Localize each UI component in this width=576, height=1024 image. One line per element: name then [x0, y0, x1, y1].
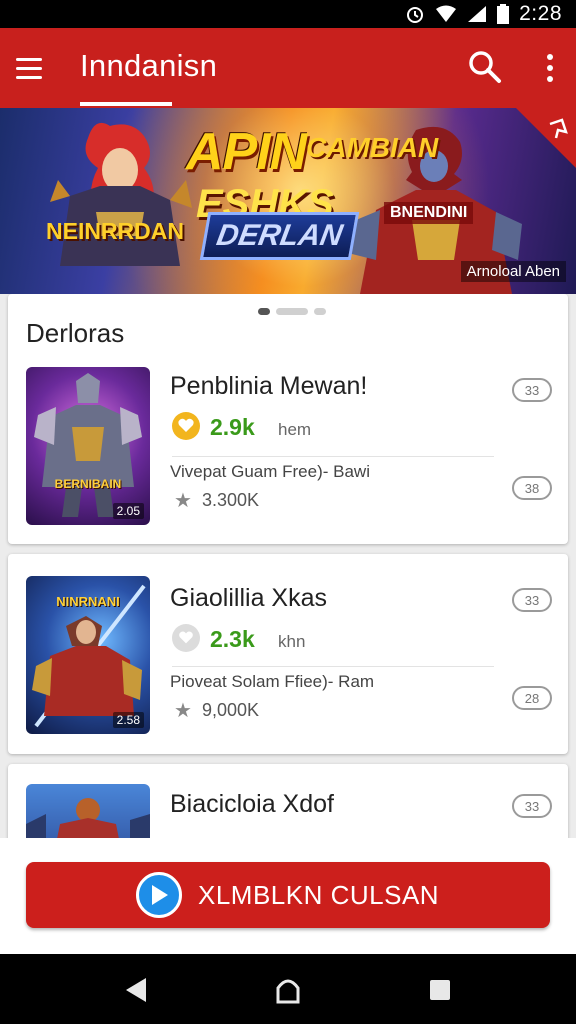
search-icon[interactable] [466, 48, 504, 86]
list-item[interactable]: BERNIBAIN 2.05 Penblinia Mewan! 2.9k hem… [8, 364, 568, 544]
game-description: Pioveat Solam Ffiee)- Ram [170, 672, 375, 691]
banner-headline: APIN [186, 123, 307, 181]
thumbnail-title: NINRNANI [56, 594, 120, 609]
status-time: 2:28 [519, 2, 562, 25]
system-nav-bar [0, 954, 576, 1024]
star-icon: ★ [174, 490, 192, 512]
download-count: 3.300K [202, 490, 260, 510]
game-description: Vivepat Guam Free)- Bawi [170, 462, 370, 481]
game-thumbnail[interactable]: BERNIBAIN 2.05 [26, 367, 150, 525]
title-underline [80, 102, 172, 106]
divider [172, 666, 494, 667]
banner-caption: Arnoloal Aben [460, 261, 566, 282]
game-thumbnail[interactable]: NINRNANI 2.58 [26, 576, 150, 734]
rating-unit: khn [278, 632, 306, 651]
game-card[interactable]: Biacicloia Xdof 33 [8, 764, 568, 838]
download-count: 9,000K [202, 700, 260, 720]
carousel-dots [258, 308, 326, 315]
thumbnail-title: BERNIBAIN [54, 477, 122, 491]
game-thumbnail[interactable] [26, 784, 150, 838]
carousel-dot[interactable] [314, 308, 326, 315]
castle-illustration [26, 798, 150, 838]
alarm-icon [405, 4, 425, 24]
featured-card: Derloras BERNIBAIN 2.05 Penblinia Mewan! [8, 294, 568, 544]
rating-value: 2.9k [210, 414, 255, 440]
list-item[interactable]: NINRNANI 2.58 Giaolillia Xkas 2.3k khn P… [8, 554, 568, 734]
carousel-dot[interactable] [258, 308, 270, 315]
more-vert-icon[interactable] [536, 50, 564, 86]
banner-logo: DERLAN [199, 212, 360, 260]
tag-pill[interactable]: 33 [512, 378, 552, 402]
app-title: Inndanisn [80, 48, 218, 83]
promo-banner[interactable]: APIN CAMBIAN ESHKS DERLAN NEINRRDAN BNEN… [0, 108, 576, 294]
play-icon [136, 872, 182, 918]
tag-pill[interactable]: 38 [512, 476, 552, 500]
game-name: Biacicloia Xdof [170, 790, 334, 818]
heart-icon [172, 624, 200, 652]
list-item[interactable]: Biacicloia Xdof 33 [8, 764, 568, 838]
banner-right-label: BNENDINI [384, 202, 474, 224]
home-icon[interactable] [272, 974, 304, 1006]
tag-pill[interactable]: 28 [512, 686, 552, 710]
warrior-illustration [34, 373, 142, 517]
star-icon: ★ [174, 700, 192, 722]
game-card[interactable]: NINRNANI 2.58 Giaolillia Xkas 2.3k khn P… [8, 554, 568, 754]
divider [172, 456, 494, 457]
section-title: Derloras [26, 318, 125, 348]
carousel-dot[interactable] [276, 308, 308, 315]
thumbnail-badge: 2.58 [112, 712, 144, 728]
banner-left-label: NEINRRDAN [46, 218, 184, 244]
game-list: Derloras BERNIBAIN 2.05 Penblinia Mewan! [0, 294, 576, 838]
bookmark-flag-icon[interactable] [516, 108, 576, 168]
battery-icon [497, 4, 510, 24]
action-area: XLMBLKN CULSAN [0, 838, 576, 954]
rating-unit: hem [278, 420, 312, 439]
wifi-icon [435, 5, 457, 23]
play-button[interactable]: XLMBLKN CULSAN [26, 862, 550, 928]
game-name: Giaolillia Xkas [170, 584, 328, 612]
status-bar: 2:28 [0, 0, 576, 28]
banner-headline-2: CAMBIAN [306, 132, 439, 163]
coin-icon [172, 412, 200, 440]
tag-pill[interactable]: 33 [512, 588, 552, 612]
game-name: Penblinia Mewan! [170, 372, 368, 400]
back-icon[interactable] [120, 974, 152, 1006]
play-button-label: XLMBLKN CULSAN [198, 880, 440, 910]
signal-icon [467, 5, 487, 23]
thumbnail-badge: 2.05 [112, 503, 144, 519]
app-bar: Inndanisn [0, 28, 576, 108]
recents-icon[interactable] [424, 974, 456, 1006]
rating-value: 2.3k [210, 626, 255, 652]
tag-pill[interactable]: 33 [512, 794, 552, 818]
hero-left-illustration [50, 122, 192, 266]
menu-icon[interactable] [16, 50, 52, 86]
